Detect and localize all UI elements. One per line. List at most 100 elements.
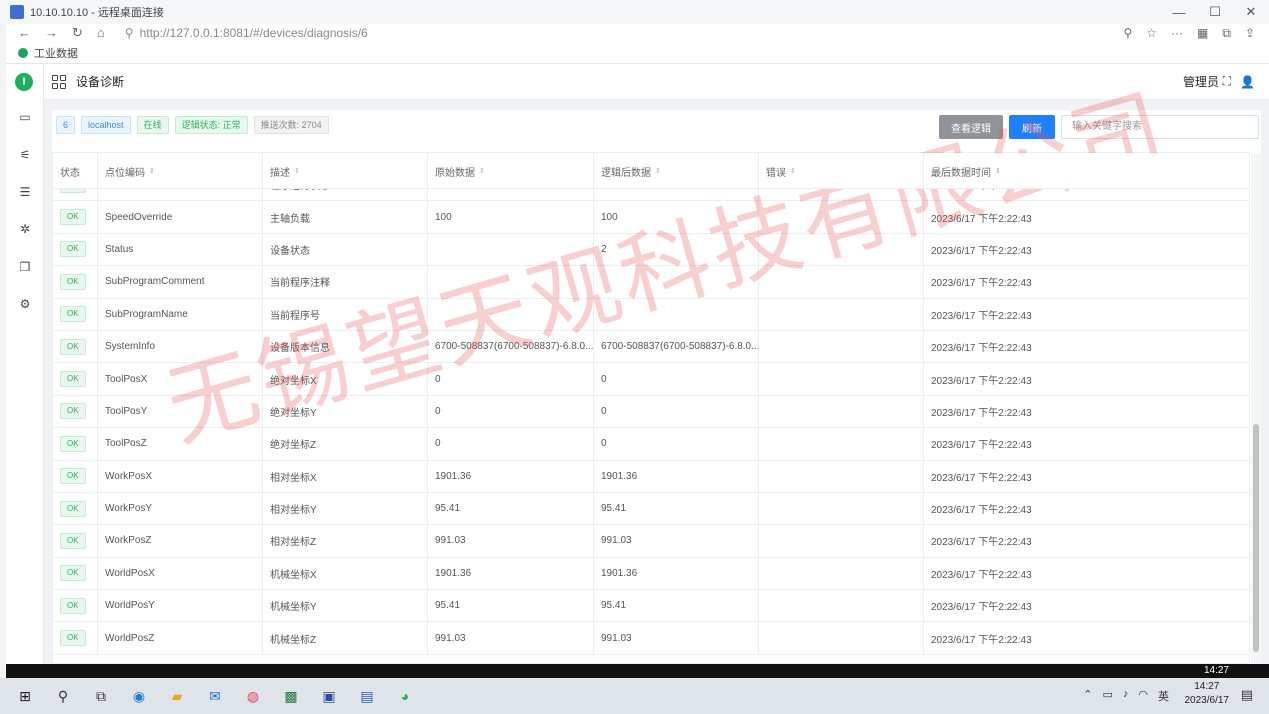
cell-status: OK [53,266,98,298]
points-table: 状态 点位编码 ⇕ 描述 ⇕ 原始数据 ⇕ 逻辑后数据 ⇕ 错误 ⇕ 最后数据时间 ⇕ OK… [52,152,1250,664]
cell-code: ToolPosZ [98,428,263,460]
column-header-logic[interactable]: 逻辑后数据 ⇕ [594,153,759,189]
table-row[interactable]: OK WorkPosY 相对坐标Y 95.41 95.41 2023/6/17 下午2:2… [53,492,1249,526]
more-icon[interactable]: ··· [1171,26,1183,41]
rdp-window-title: 10.10.10.10 - 远程桌面连接 [30,7,164,19]
forward-icon[interactable]: → [45,25,58,41]
column-header-status[interactable]: 状态 [53,153,98,189]
cell-desc: 当前程序注释 [263,266,428,298]
sort-icon[interactable]: ⇕ [995,167,1001,175]
cell-raw: 1901.36 [428,460,594,492]
collections-icon[interactable]: ⧉ [1222,26,1231,41]
cell-time: 2023/6/17 下午2:22:43 [924,331,1249,362]
column-header-time[interactable]: 最后数据时间 ⇕ [924,153,1249,189]
table-row[interactable]: OK WorldPosX 机械坐标X 1901.36 1901.36 2023/6/17 … [53,557,1249,591]
word-icon[interactable]: ▤ [354,683,380,709]
volume-icon[interactable]: ♪ [1123,688,1129,704]
cell-logic: 2 [594,233,759,266]
table-row[interactable]: OK WorldPosZ 机械坐标Z 991.03 991.03 2023/6/17 下午… [53,622,1249,655]
bookmark-item[interactable]: 工业数据 [34,45,78,61]
table-row[interactable]: OK SystemInfo 设备版本信息 6700-508837(6700-50883… [53,330,1249,364]
column-header-error[interactable]: 错误 ⇕ [759,153,924,189]
table-row[interactable]: OK ToolPosY 绝对坐标Y 0 0 2023/6/17 下午2:22:43 [53,395,1249,429]
table-row[interactable]: OK ToolPosX 绝对坐标X 0 0 2023/6/17 下午2:22:43 [53,363,1249,396]
column-header-raw[interactable]: 原始数据 ⇕ [428,153,594,189]
table-row[interactable]: OK SubProgramName 当前程序号 2023/6/17 下午2:22:43 [53,298,1249,331]
home-icon[interactable]: ⌂ [97,25,105,41]
table-scrollbar[interactable] [1251,154,1261,664]
reload-icon[interactable]: ↻ [72,25,83,41]
cell-error [759,201,924,233]
user-name[interactable]: 管理员 [1183,73,1219,90]
table-row[interactable]: OK Status 设备状态 2 2023/6/17 下午2:22:43 [53,233,1249,267]
table-row[interactable]: OK SubProgramComment 当前程序注释 2023/6/17 下午2:2… [53,266,1249,299]
scrollbar-thumb[interactable] [1253,424,1259,652]
close-button[interactable]: ✕ [1233,0,1269,24]
maximize-button[interactable]: ☐ [1197,0,1233,24]
sort-icon[interactable]: ⇕ [149,167,155,175]
system-tray: ⌃ ▭ ♪ ◠ 英 [1083,688,1169,704]
share-icon[interactable]: ⇪ [1245,26,1255,41]
table-row[interactable]: OK WorldPosY 机械坐标Y 95.41 95.41 2023/6/17 下午2:… [53,590,1249,623]
status-badge: OK [60,241,86,258]
table-row[interactable]: OK SpeedOverride 主轴负载 100 100 2023/6/17 下午2:2… [53,201,1249,234]
address-bar[interactable]: ⚲ http://127.0.0.1:8081/#/devices/diagno… [125,26,368,40]
table-row[interactable]: OK WorkPosZ 相对坐标Z 991.03 991.03 2023/6/17 下午2… [53,525,1249,558]
edge-browser-icon[interactable]: ◉ [126,683,152,709]
task-view-icon[interactable]: ⧉ [88,683,114,709]
remote-desktop-icon [10,5,24,19]
view-logic-button[interactable]: 查看逻辑 [939,115,1003,139]
app-logo[interactable]: I [15,73,33,91]
cell-desc: 绝对坐标Y [263,395,428,428]
cell-desc: 设备版本信息 [263,330,428,363]
wifi-icon[interactable]: ◠ [1138,688,1148,704]
keyword-search-input[interactable]: 输入关键字搜索 [1061,115,1259,139]
cell-error [759,330,924,363]
user-settings-icon[interactable]: 👤 [1240,75,1255,89]
extensions-icon[interactable]: ▦ [1197,26,1208,41]
search-taskbar-icon[interactable]: ⚲ [50,683,76,709]
column-header-code[interactable]: 点位编码 ⇕ [98,153,263,189]
column-header-desc[interactable]: 描述 ⇕ [263,153,428,189]
cell-error [759,363,924,395]
excel-icon[interactable]: ▩ [278,683,304,709]
mail-icon[interactable]: ✉ [202,683,228,709]
cell-desc: 绝对坐标X [263,363,428,395]
table-row[interactable]: OK ToolPosZ 绝对坐标Z 0 0 2023/6/17 下午2:22:43 [53,428,1249,461]
chevron-up-icon[interactable]: ⌃ [1083,688,1092,704]
cell-raw: 0 [428,363,594,395]
server-icon[interactable]: ☰ [18,185,32,199]
system-clock[interactable]: 14:27 2023/6/17 [1185,680,1230,708]
file-explorer-icon[interactable]: ▰ [164,683,190,709]
ime-indicator[interactable]: 英 [1158,688,1169,704]
cell-error [759,492,924,525]
topology-icon[interactable]: ⚟ [18,148,32,162]
device-monitor-icon[interactable]: ▭ [18,110,32,124]
cell-error [759,622,924,654]
cell-status: OK [53,298,98,330]
table-row[interactable]: OK WorkPosX 相对坐标X 1901.36 1901.36 2023/6/17 下… [53,460,1249,493]
notification-icon[interactable]: ▤ [1241,687,1253,703]
plugin-icon[interactable]: ❒ [18,260,32,274]
cell-error [759,395,924,428]
star-icon[interactable]: ☆ [1146,26,1157,41]
chrome-icon[interactable]: ◍ [240,683,266,709]
fullscreen-icon[interactable]: ⛶ [1223,74,1231,89]
minimize-button[interactable]: — [1161,0,1197,24]
network-icon[interactable]: ✲ [18,222,32,236]
back-icon[interactable]: ← [18,25,31,41]
sort-icon[interactable]: ⇕ [294,167,300,175]
zoom-icon[interactable]: ⚲ [1123,26,1132,41]
status-badge: OK [60,371,86,388]
settings-gear-icon[interactable]: ⚙ [18,297,32,311]
battery-icon[interactable]: ▭ [1102,688,1112,704]
sort-icon[interactable]: ⇕ [790,167,796,175]
cell-status: OK [53,557,98,590]
sort-icon[interactable]: ⇕ [655,167,661,175]
sort-icon[interactable]: ⇕ [479,167,485,175]
remote-desktop-taskbar-icon[interactable]: ▣ [316,683,342,709]
wechat-icon[interactable]: ◕ [392,683,418,709]
refresh-button[interactable]: 刷新 [1009,115,1055,139]
apps-grid-icon[interactable] [52,74,66,89]
windows-start-icon[interactable]: ⊞ [12,683,38,709]
